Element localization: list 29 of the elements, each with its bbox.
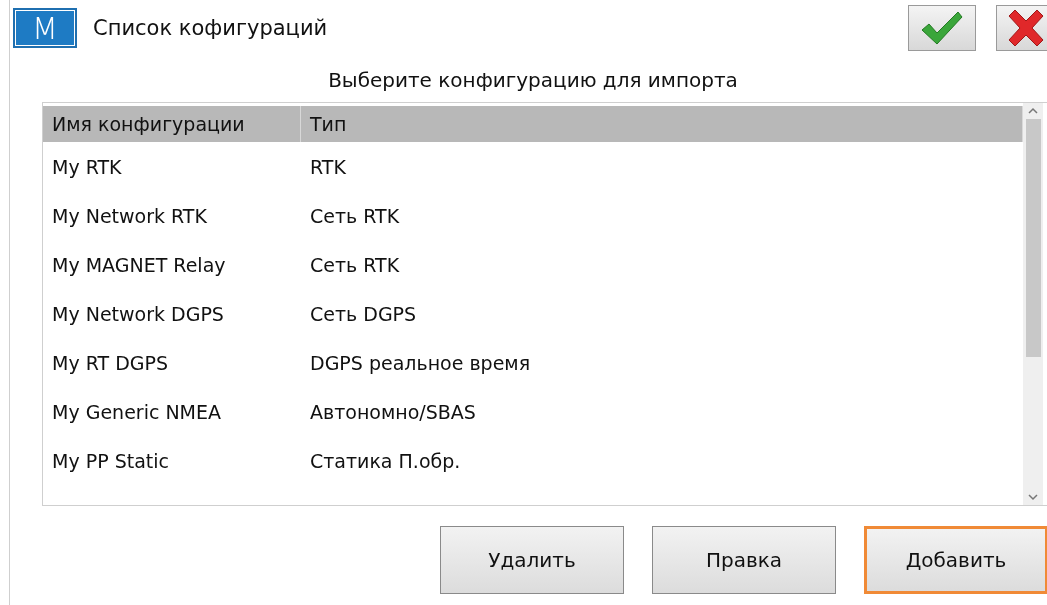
table-cell[interactable]: My Network RTK	[43, 191, 301, 240]
table-cell[interactable]: Сеть DGPS	[301, 289, 1023, 338]
table-cell[interactable]: RTK	[301, 142, 1023, 191]
scroll-thumb[interactable]	[1025, 119, 1041, 357]
table-cell[interactable]: Статика П.обр.	[301, 436, 1023, 485]
table-cell[interactable]: Сеть RTK	[301, 191, 1023, 240]
action-button[interactable]: Удалить	[440, 526, 624, 594]
table-cell[interactable]: My MAGNET Relay	[43, 240, 301, 289]
check-icon	[920, 10, 964, 46]
scroll-down-icon[interactable]	[1028, 493, 1038, 501]
scrollbar[interactable]	[1023, 103, 1043, 505]
window-title: Список кофигураций	[93, 16, 329, 40]
action-button[interactable]: Добавить	[864, 526, 1047, 594]
table-cell[interactable]: Сеть RTK	[301, 240, 1023, 289]
table-cell[interactable]: My RTK	[43, 142, 301, 191]
scroll-up-icon[interactable]	[1028, 107, 1038, 115]
table-cell[interactable]: Автономно/SBAS	[301, 387, 1023, 436]
action-button[interactable]: Правка	[652, 526, 836, 594]
table-cell[interactable]: My RT DGPS	[43, 338, 301, 387]
close-icon	[1006, 9, 1046, 47]
table-cell[interactable]: DGPS реальное время	[301, 338, 1023, 387]
close-button[interactable]	[996, 5, 1047, 51]
table-cell[interactable]: My PP Static	[43, 436, 301, 485]
column-header[interactable]: Имя конфигурации	[43, 106, 301, 142]
table-cell[interactable]: My Generic NMEA	[43, 387, 301, 436]
table-cell[interactable]: My Network DGPS	[43, 289, 301, 338]
confirm-button[interactable]	[908, 5, 976, 51]
instruction-text: Выберите конфигурацию для импорта	[327, 67, 739, 94]
app-logo: M	[13, 8, 77, 48]
